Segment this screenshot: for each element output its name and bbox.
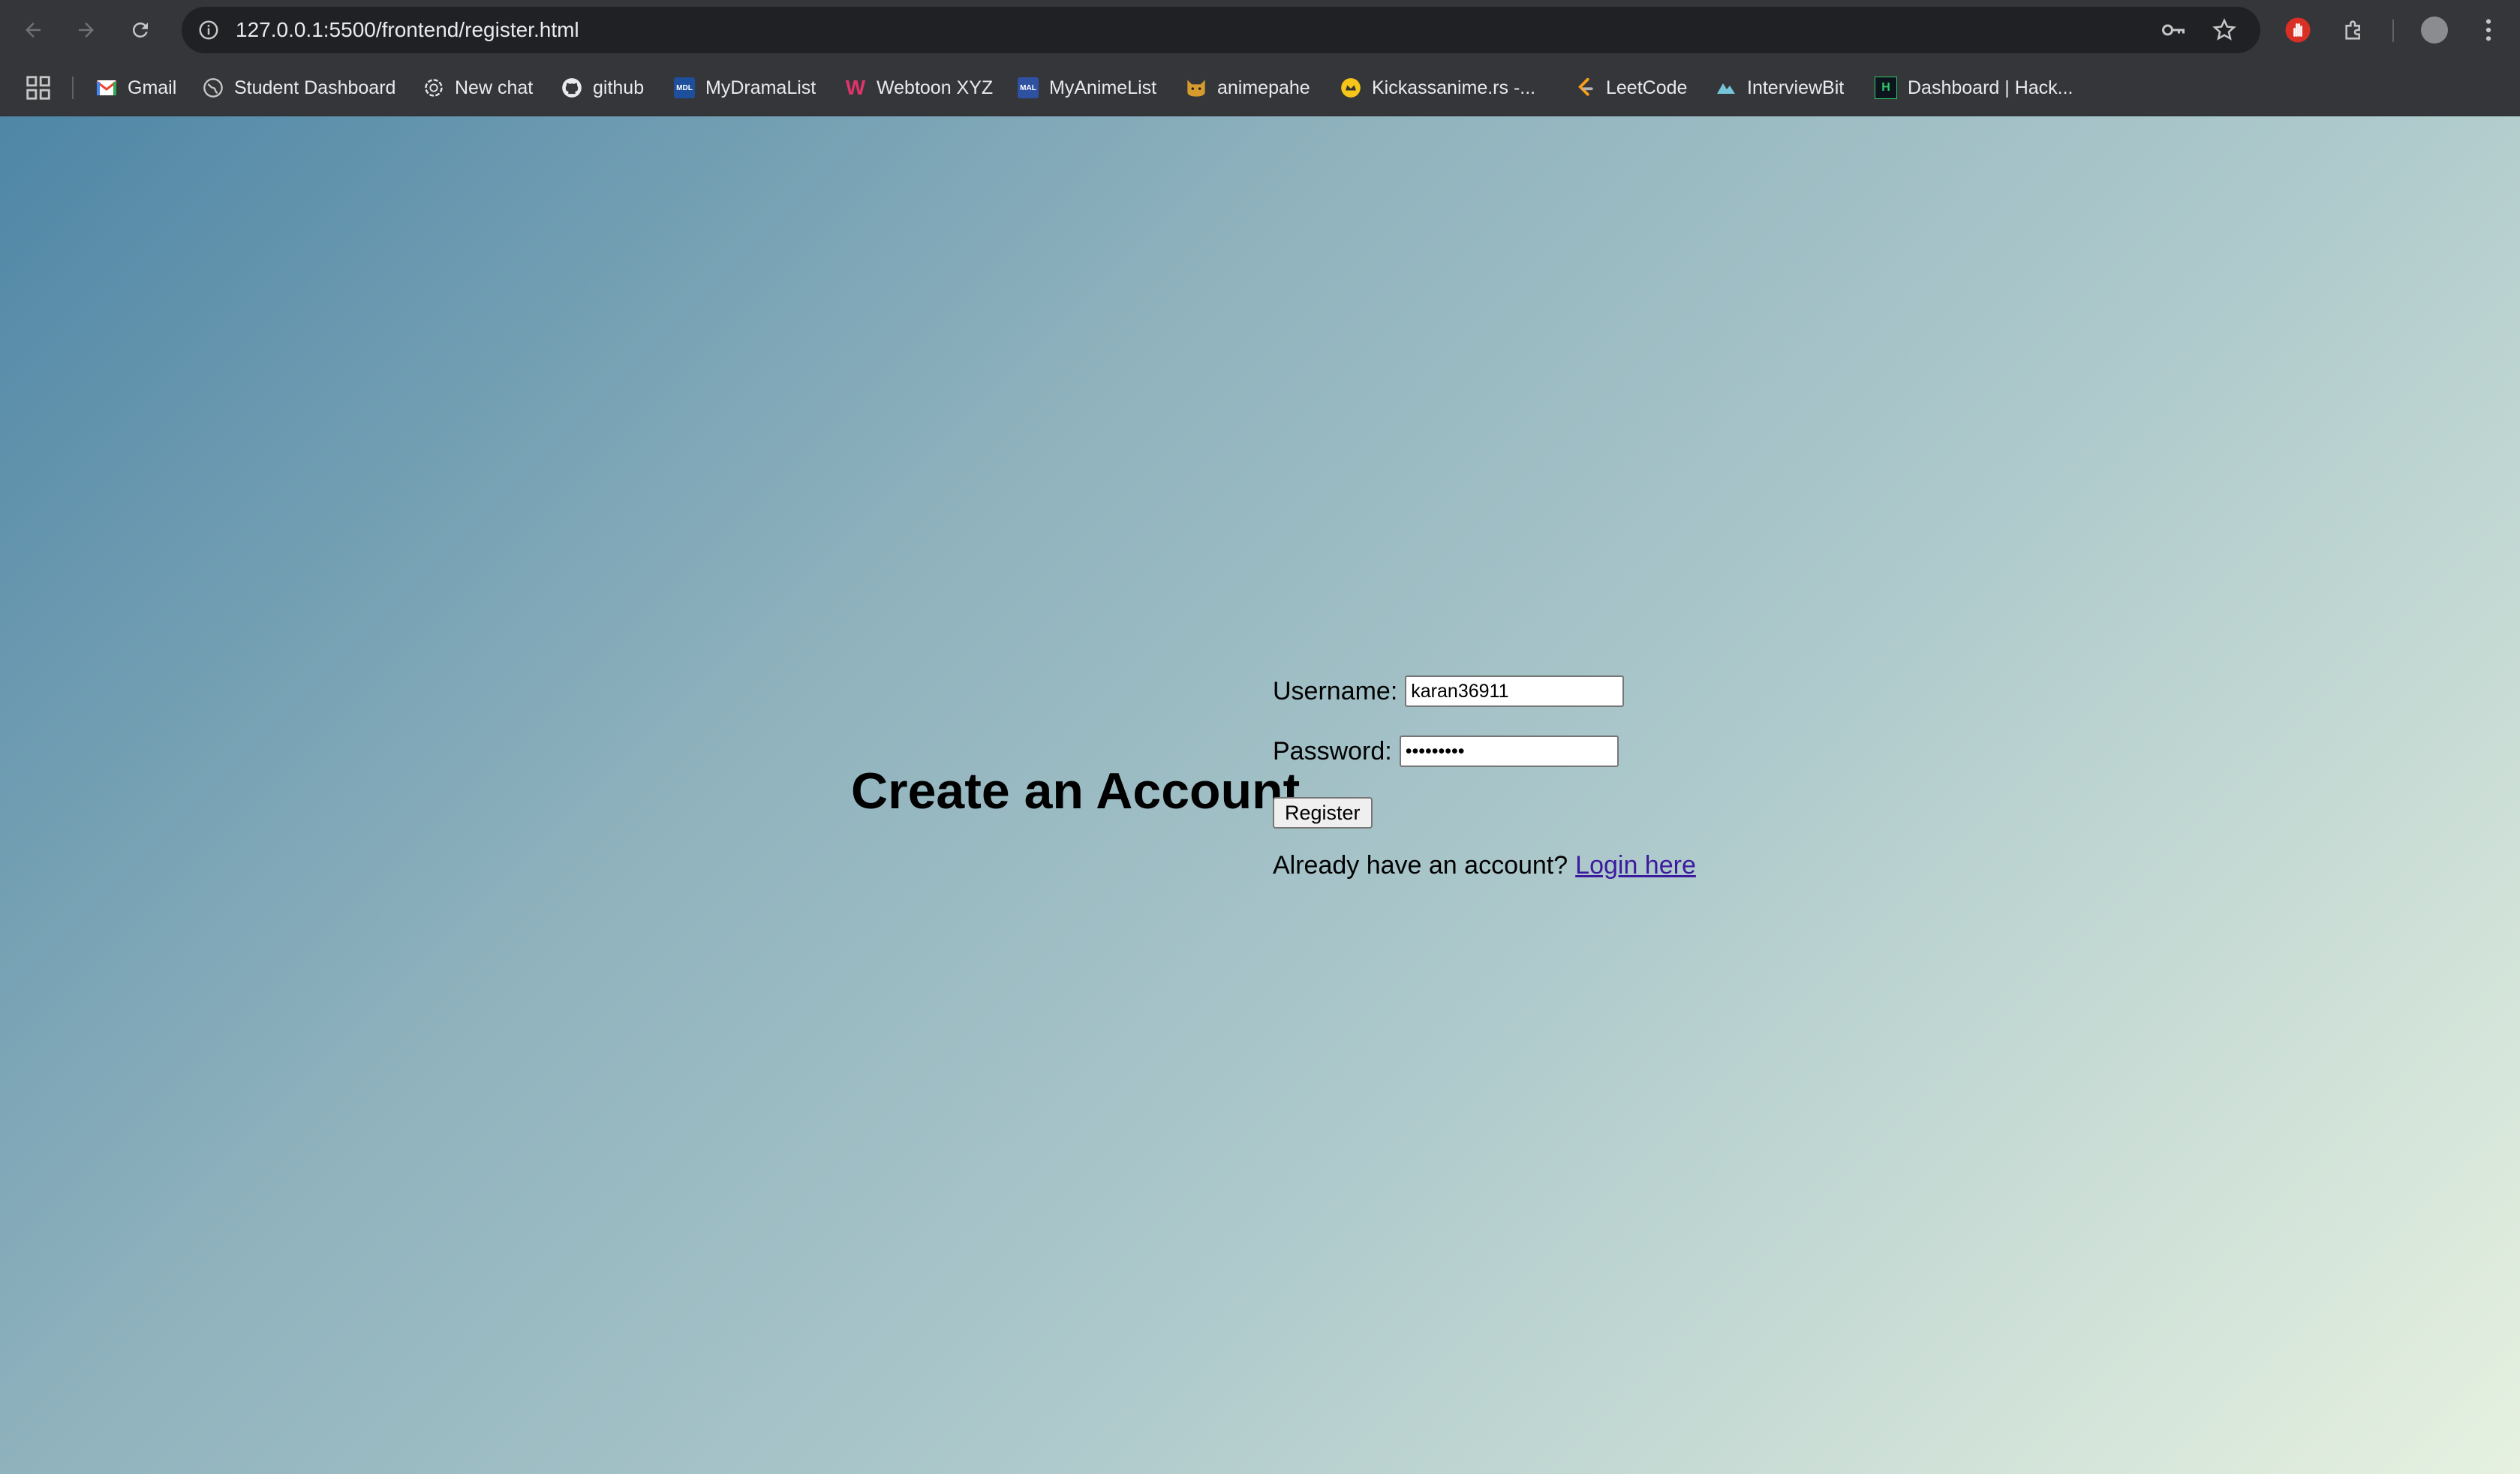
bookmark-leetcode[interactable]: LeetCode [1574,71,1687,105]
bookmark-mydramalist[interactable]: MDL MyDramaList [674,71,816,105]
reload-button[interactable] [122,12,158,48]
password-label: Password: [1273,736,1392,766]
bookmarks-bar: Gmail Student Dashboard New chat github … [0,60,2520,116]
login-link[interactable]: Login here [1575,851,1696,880]
forward-button[interactable] [68,12,104,48]
username-input[interactable] [1405,675,1625,707]
register-row: Register [1273,797,1373,829]
gmail-icon [96,77,117,98]
bookmark-kickassanime[interactable]: Kickassanime.rs -... [1340,71,1535,105]
browser-window: 127.0.0.1:5500/frontend/register.html Gm… [0,0,2520,1474]
password-row: Password: [1273,735,1619,767]
interviewbit-icon [1716,77,1737,98]
webtoon-icon: W [845,76,866,99]
hackerrank-icon: H [1875,77,1897,99]
address-bar[interactable]: 127.0.0.1:5500/frontend/register.html [182,7,2260,53]
profile-avatar[interactable] [2418,14,2451,47]
bookmark-github[interactable]: github [561,71,644,105]
page-content: Create an Account Username: Password: Re… [0,116,2520,1474]
reload-icon [132,22,148,38]
bookmark-myanimelist[interactable]: MAL MyAnimeList [1018,71,1156,105]
extensions-puzzle-icon[interactable] [2338,14,2371,47]
login-prompt-text: Already have an account? [1273,851,1568,880]
username-label: Username: [1273,676,1398,705]
username-row: Username: [1273,675,1625,707]
register-button[interactable]: Register [1273,797,1373,829]
bookmark-hackerrank[interactable]: H Dashboard | Hack... [1875,71,2073,105]
toolbar-divider [2392,20,2394,42]
apps-grid-icon[interactable] [24,74,53,102]
site-info-icon[interactable] [194,15,224,45]
github-icon [561,77,582,98]
password-input[interactable] [1399,735,1619,767]
menu-kebab-icon[interactable] [2472,14,2505,47]
forward-arrow-icon [79,23,94,38]
password-key-icon[interactable] [2160,17,2187,44]
login-prompt-row: Already have an account? Login here [1273,851,1696,880]
mydramalist-icon: MDL [674,77,695,98]
bookmark-webtoon-xyz[interactable]: W Webtoon XYZ [845,71,993,105]
browser-toolbar: 127.0.0.1:5500/frontend/register.html [0,0,2520,60]
url-text[interactable]: 127.0.0.1:5500/frontend/register.html [236,7,579,53]
kickassanime-icon [1340,77,1361,98]
bookmark-student-dashboard[interactable]: Student Dashboard [203,71,395,105]
bookmark-animepahe[interactable]: animepahe [1186,71,1310,105]
myanimelist-icon: MAL [1018,77,1039,98]
leetcode-icon [1574,77,1595,98]
back-button[interactable] [15,12,51,48]
bookmark-interviewbit[interactable]: InterviewBit [1716,71,1844,105]
bookmark-star-icon[interactable] [2211,17,2238,44]
bookmarks-divider [72,77,74,99]
page-title: Create an Account [851,763,1301,820]
back-arrow-icon [26,23,41,38]
bookmark-new-chat[interactable]: New chat [423,71,533,105]
bookmark-gmail[interactable]: Gmail [96,71,176,105]
chatgpt-icon [423,77,444,98]
globe-icon [203,77,224,98]
animepahe-icon [1186,77,1207,98]
extension-hand-icon[interactable] [2281,14,2314,47]
